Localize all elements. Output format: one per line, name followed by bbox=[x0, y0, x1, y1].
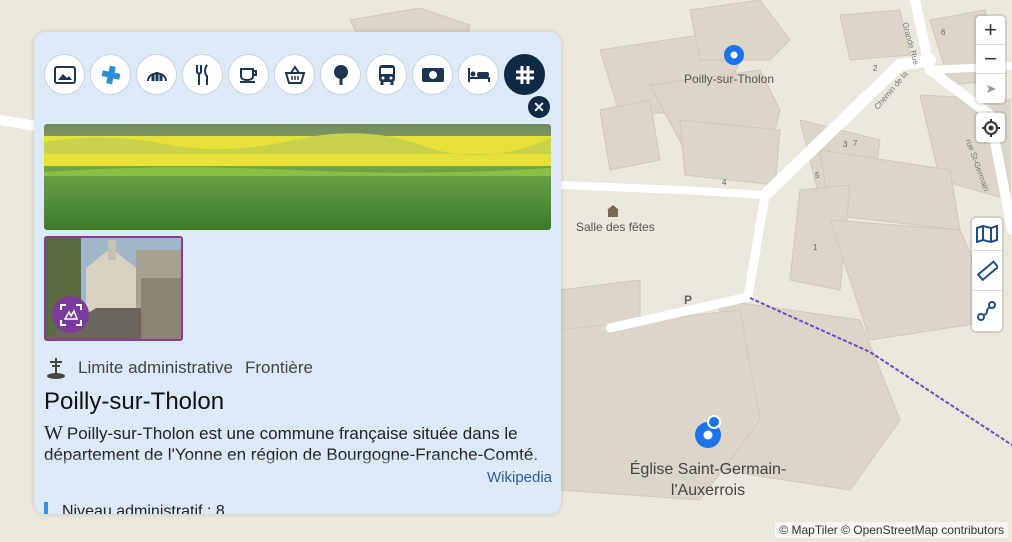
house-number: 7 bbox=[853, 139, 858, 148]
map-layers-icon bbox=[976, 225, 998, 243]
category-boundary-button[interactable] bbox=[504, 54, 545, 95]
locate-icon bbox=[981, 118, 1000, 137]
house-number: 3 bbox=[843, 140, 848, 149]
money-icon bbox=[421, 67, 444, 82]
route-icon bbox=[977, 301, 996, 321]
category-restaurant-button[interactable] bbox=[182, 54, 223, 95]
bus-icon bbox=[378, 64, 395, 85]
poi-type-label: Limite administrative bbox=[78, 358, 233, 377]
image-icon bbox=[53, 65, 76, 84]
poi-title: Poilly-sur-Tholon bbox=[44, 388, 225, 415]
close-button[interactable]: ✕ bbox=[528, 96, 550, 118]
street-view-badge[interactable] bbox=[52, 296, 89, 333]
admin-level-row: Niveau administratif : 8 bbox=[44, 502, 225, 514]
category-transport-button[interactable] bbox=[366, 54, 407, 95]
church-label[interactable]: Église Saint-Germain- l'Auxerrois bbox=[608, 459, 808, 501]
shopping-basket-icon bbox=[284, 64, 305, 84]
poi-subtype-label: Frontière bbox=[244, 358, 313, 377]
poi-description: W Poilly-sur-Tholon est une commune franç… bbox=[44, 423, 542, 473]
place-label[interactable]: Poilly-sur-Tholon bbox=[684, 72, 774, 86]
map-tools bbox=[972, 218, 1002, 331]
geolocate-button[interactable] bbox=[976, 113, 1005, 142]
tree-icon bbox=[333, 64, 348, 85]
zoom-out-button[interactable]: − bbox=[976, 45, 1005, 74]
cafe-icon bbox=[239, 67, 257, 83]
route-button[interactable] bbox=[972, 291, 1002, 331]
ruler-icon bbox=[976, 259, 998, 281]
place-marker-icon[interactable] bbox=[722, 43, 746, 67]
poi-type-row: Limite administrative Frontière bbox=[44, 356, 313, 380]
geolocate-control bbox=[976, 113, 1005, 142]
restaurant-icon bbox=[195, 63, 208, 85]
compass-icon bbox=[986, 84, 996, 93]
panoramax-icon bbox=[59, 303, 82, 326]
church-marker-icon[interactable] bbox=[692, 414, 728, 452]
wikipedia-icon: W bbox=[44, 423, 63, 444]
category-amusement-button[interactable] bbox=[136, 54, 177, 95]
map-attribution[interactable]: © MapTiler © OpenStreetMap contributors bbox=[775, 522, 1008, 538]
category-health-button[interactable] bbox=[90, 54, 131, 95]
parking-label: P bbox=[684, 293, 693, 307]
poi-description-text: Poilly-sur-Tholon est une commune frança… bbox=[44, 424, 539, 464]
house-number: 5 bbox=[815, 171, 820, 180]
church-label-line1: Église Saint-Germain- bbox=[629, 461, 787, 478]
measure-button[interactable] bbox=[972, 251, 1002, 291]
house-number: 1 bbox=[813, 243, 818, 252]
hero-photo[interactable] bbox=[44, 124, 551, 230]
category-cafe-button[interactable] bbox=[228, 54, 269, 95]
venue-icon[interactable] bbox=[606, 204, 620, 218]
category-image-button[interactable] bbox=[44, 54, 85, 95]
amusement-icon bbox=[146, 71, 167, 81]
field-photo bbox=[44, 124, 551, 230]
poi-panel: ✕ Limite administrative Frontière Poilly… bbox=[34, 32, 561, 514]
zoom-in-button[interactable]: + bbox=[976, 16, 1005, 45]
category-lodging-button[interactable] bbox=[458, 54, 499, 95]
layers-button[interactable] bbox=[972, 218, 1002, 251]
zoom-controls: + − bbox=[976, 16, 1005, 103]
category-bar bbox=[44, 54, 545, 95]
house-number: 2 bbox=[873, 64, 878, 73]
house-number: 6 bbox=[941, 28, 946, 37]
church-label-line2: l'Auxerrois bbox=[670, 482, 746, 499]
compass-button[interactable] bbox=[976, 74, 1005, 103]
bed-icon bbox=[467, 67, 490, 82]
venue-label[interactable]: Salle des fêtes bbox=[576, 220, 655, 234]
health-icon bbox=[101, 65, 120, 84]
category-money-button[interactable] bbox=[412, 54, 453, 95]
category-nature-button[interactable] bbox=[320, 54, 361, 95]
street-view-thumbnail[interactable] bbox=[44, 236, 183, 341]
house-number: 4 bbox=[722, 178, 727, 187]
boundary-marker-icon bbox=[47, 358, 65, 379]
wikipedia-link[interactable]: Wikipedia bbox=[487, 469, 552, 486]
category-shop-button[interactable] bbox=[274, 54, 315, 95]
boundary-icon bbox=[515, 65, 534, 84]
